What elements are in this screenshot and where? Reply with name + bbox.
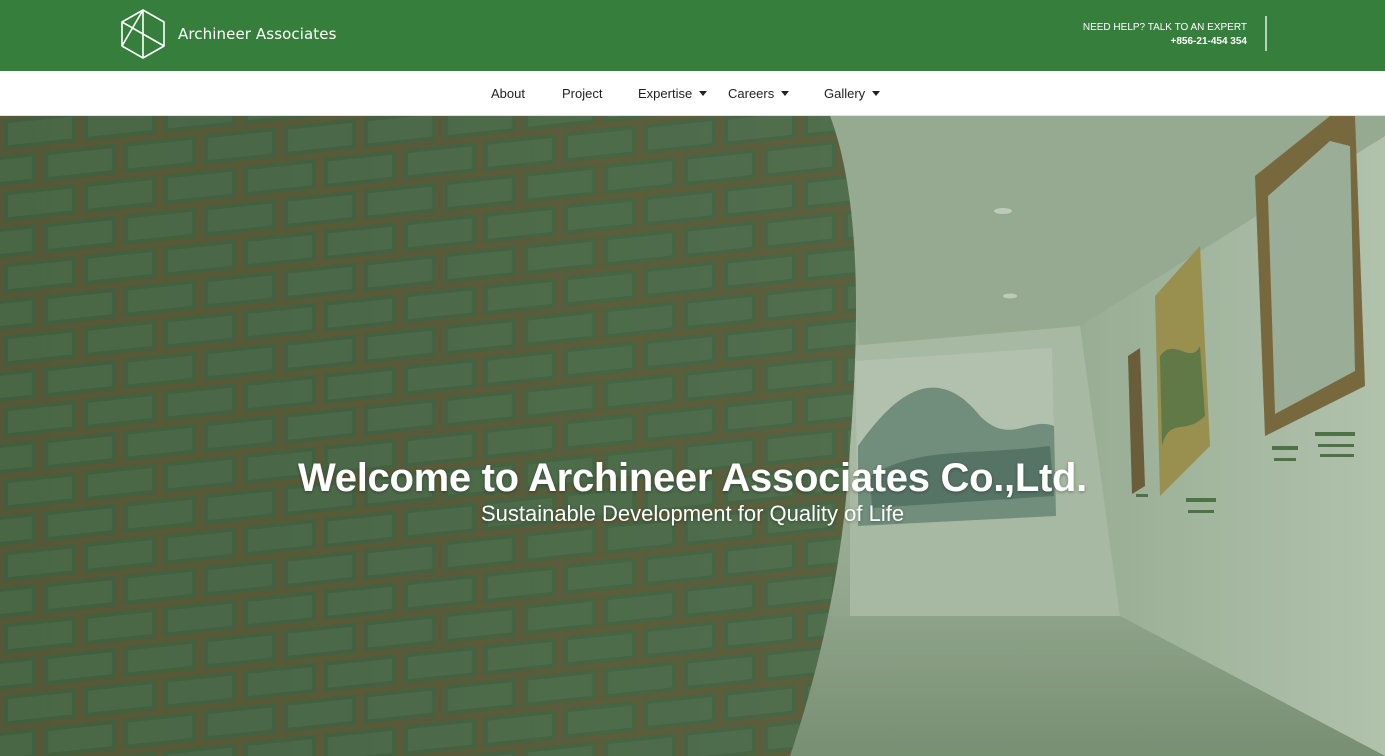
top-header-bar: Archineer Associates NEED HELP? TALK TO … — [0, 0, 1385, 71]
cube-outline-icon — [121, 9, 165, 59]
caret-down-icon — [872, 91, 881, 96]
nav-item-label: Careers — [728, 86, 775, 101]
hero-tint-overlay — [0, 116, 1385, 756]
hero-title: Welcome to Archineer Associates Co.,Ltd. — [298, 456, 1087, 500]
help-label: NEED HELP? TALK TO AN EXPERT — [1082, 22, 1247, 33]
nav-item-careers[interactable]: Careers — [728, 86, 790, 101]
hero-subtitle: Sustainable Development for Quality of L… — [480, 501, 905, 526]
brand-name: Archineer Associates — [178, 25, 337, 43]
caret-down-icon — [781, 91, 790, 96]
nav-item-label: Project — [562, 86, 603, 101]
help-contact: NEED HELP? TALK TO AN EXPERT +856-21-454… — [1083, 21, 1247, 49]
header-divider — [1265, 16, 1267, 51]
nav-item-project[interactable]: Project — [562, 86, 602, 101]
help-phone-link[interactable]: +856-21-454 354 — [1083, 35, 1247, 49]
nav-item-about[interactable]: About — [491, 86, 525, 101]
nav-item-expertise[interactable]: Expertise — [638, 86, 708, 101]
nav-item-gallery[interactable]: Gallery — [824, 86, 881, 101]
nav-item-label: Expertise — [638, 86, 693, 101]
main-navigation: About Project Expertise Careers Gallery — [0, 71, 1385, 116]
hero-banner: Welcome to Archineer Associates Co.,Ltd.… — [0, 116, 1385, 756]
caret-down-icon — [699, 91, 708, 96]
nav-item-label: Gallery — [824, 86, 866, 101]
nav-item-label: About — [491, 86, 525, 101]
brand-logo-link[interactable]: Archineer Associates — [120, 8, 337, 60]
